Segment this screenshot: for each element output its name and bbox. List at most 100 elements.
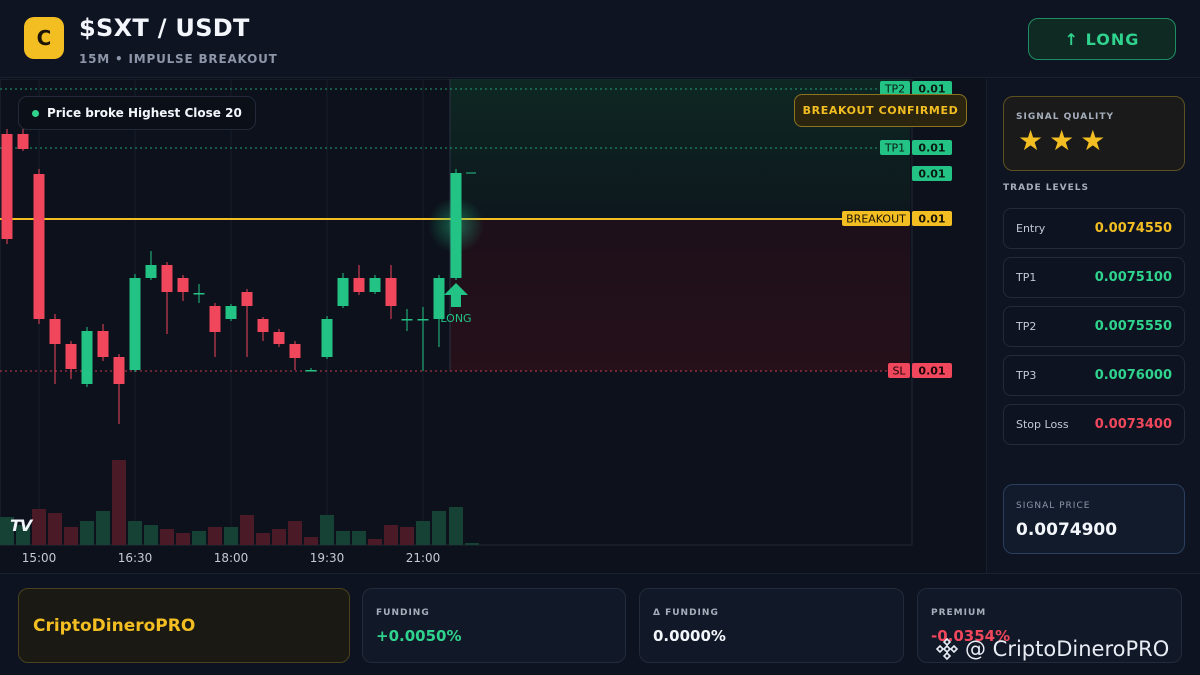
price-chart[interactable]: LONG TP2 0.01 TP1 0.01 0.01 BREAKOUT 0.0… xyxy=(0,79,985,573)
candle-body xyxy=(161,265,173,292)
watermark: @ CriptoDineroPRO xyxy=(935,637,1169,661)
signal-price-title: SIGNAL PRICE xyxy=(1016,501,1091,511)
volume-bar xyxy=(272,529,286,545)
candle-body xyxy=(225,306,237,319)
volume-bar xyxy=(96,511,110,545)
volume-bar xyxy=(320,515,334,545)
time-axis: 15:00 16:30 18:00 19:30 21:00 xyxy=(22,551,441,565)
volume-bar xyxy=(192,531,206,545)
candle-body xyxy=(1,134,13,239)
svg-text:SL: SL xyxy=(892,365,906,378)
level-row-tp3: TP3 0.0076000 xyxy=(1003,355,1185,396)
candle-body xyxy=(129,278,141,370)
time-label: 21:00 xyxy=(406,551,441,565)
volume-bar xyxy=(336,531,350,545)
level-row-tp1: TP1 0.0075100 xyxy=(1003,257,1185,298)
candle-body xyxy=(417,319,429,321)
tag-current-price: 0.01 xyxy=(912,166,952,181)
time-label: 19:30 xyxy=(310,551,345,565)
time-label: 16:30 xyxy=(118,551,153,565)
stat-title: Δ FUNDING xyxy=(653,608,719,618)
volume-bar xyxy=(144,525,158,545)
candle-body xyxy=(97,331,109,357)
info-chip-text: Price broke Highest Close 20 xyxy=(47,106,242,120)
volume-bar xyxy=(80,521,94,545)
candle-body xyxy=(145,265,157,278)
candle-body xyxy=(369,278,381,292)
level-row-tp2: TP2 0.0075550 xyxy=(1003,306,1185,347)
volume-bar xyxy=(465,543,479,545)
level-value: 0.0075100 xyxy=(1094,270,1172,285)
candle-body xyxy=(81,331,93,384)
candle-body xyxy=(17,134,29,149)
tradingview-logo: TV xyxy=(10,516,32,535)
level-row-stop-loss: Stop Loss 0.0073400 xyxy=(1003,404,1185,445)
stat-title: FUNDING xyxy=(376,608,430,618)
level-label: Stop Loss xyxy=(1016,418,1069,431)
volume-bar xyxy=(64,527,78,545)
long-button[interactable]: ↑ LONG xyxy=(1028,18,1176,60)
volume-bar xyxy=(432,511,446,545)
candle-body xyxy=(305,370,317,372)
delta-funding-card: Δ FUNDING 0.0000% xyxy=(639,588,904,663)
volume-bar xyxy=(160,529,174,545)
stat-value: 0.0000% xyxy=(653,627,726,645)
volume-bar xyxy=(384,525,398,545)
candle-body xyxy=(177,278,189,292)
tag-tp1: TP1 0.01 xyxy=(880,140,952,155)
svg-text:0.01: 0.01 xyxy=(918,213,945,226)
level-label: TP2 xyxy=(1016,320,1037,333)
pair-title: $SXT / USDT xyxy=(79,14,250,42)
volume-bar xyxy=(112,460,126,545)
star-icon: ★ xyxy=(1018,124,1044,157)
level-label: Entry xyxy=(1016,222,1046,235)
time-label: 18:00 xyxy=(214,551,249,565)
volume-bar xyxy=(288,521,302,545)
risk-zone xyxy=(450,219,910,371)
svg-text:BREAKOUT: BREAKOUT xyxy=(846,213,906,226)
breakout-confirmed-badge: BREAKOUT CONFIRMED xyxy=(794,94,967,127)
time-label: 15:00 xyxy=(22,551,57,565)
stat-title: PREMIUM xyxy=(931,608,987,618)
breakout-info-chip: Price broke Highest Close 20 xyxy=(18,96,256,130)
candle-body xyxy=(321,319,333,357)
volume-bar xyxy=(32,509,46,545)
level-row-entry: Entry 0.0074550 xyxy=(1003,208,1185,249)
quality-stars: ★ ★ ★ xyxy=(1018,127,1105,155)
level-label: TP3 xyxy=(1016,369,1037,382)
stat-value: +0.0050% xyxy=(376,627,462,645)
candle-body xyxy=(401,319,413,321)
header-bar: C $SXT / USDT 15M • IMPULSE BREAKOUT ↑ L… xyxy=(0,0,1200,78)
candle-body xyxy=(33,174,45,319)
chart-canvas[interactable]: LONG TP2 0.01 TP1 0.01 0.01 BREAKOUT 0.0… xyxy=(0,79,985,573)
brand-card: CriptoDineroPRO xyxy=(18,588,350,663)
long-marker-label: LONG xyxy=(440,312,471,325)
candle-body xyxy=(241,292,253,306)
signal-price-card: SIGNAL PRICE 0.0074900 xyxy=(1003,484,1185,554)
volume-bar xyxy=(48,513,62,545)
candle-body xyxy=(337,278,349,306)
coin-logo: C xyxy=(24,17,64,59)
volume-bar xyxy=(256,533,270,545)
star-icon: ★ xyxy=(1049,124,1075,157)
candle-body xyxy=(193,293,205,295)
trade-levels-title: TRADE LEVELS xyxy=(1003,183,1089,193)
signal-panel: SIGNAL QUALITY ★ ★ ★ TRADE LEVELS Entry … xyxy=(986,79,1200,573)
watermark-text: @ CriptoDineroPRO xyxy=(965,637,1170,661)
svg-text:0.01: 0.01 xyxy=(918,168,945,181)
tag-stop-loss: SL 0.01 xyxy=(888,363,952,378)
volume-bar xyxy=(240,515,254,545)
level-value: 0.0075550 xyxy=(1094,319,1172,334)
volume-bar xyxy=(128,521,142,545)
volume-bar xyxy=(368,539,382,545)
volume-bar xyxy=(352,531,366,545)
candle-body xyxy=(385,278,397,306)
signal-quality-card: SIGNAL QUALITY ★ ★ ★ xyxy=(1003,96,1185,171)
brand-name: CriptoDineroPRO xyxy=(33,615,196,636)
candle-body xyxy=(49,319,61,344)
status-dot-icon xyxy=(32,109,39,117)
candle-body xyxy=(65,344,77,369)
signal-price-value: 0.0074900 xyxy=(1016,520,1118,540)
candle-body xyxy=(209,306,221,332)
candle-body xyxy=(257,319,269,332)
